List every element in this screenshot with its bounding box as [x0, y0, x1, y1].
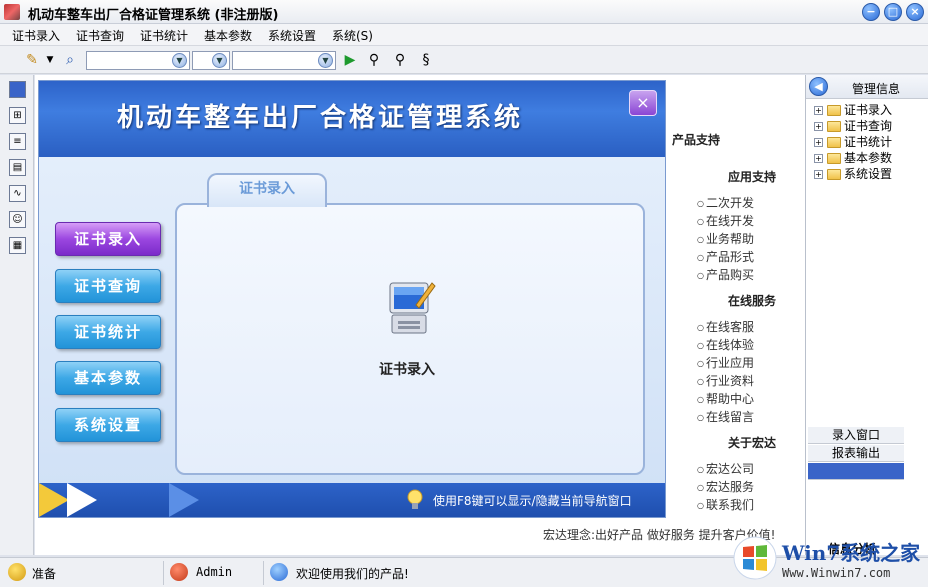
watermark: Win7系统之家 Www.Winwin7.com	[728, 533, 928, 587]
left-icon-strip: ⊞ ≡ ▤ ∿ ☺ ▦	[0, 75, 34, 555]
link-company[interactable]: 宏达公司	[697, 460, 754, 477]
navigation-dialog: 机动车整车出厂合格证管理系统 × 证书录入 证书查询 证书统计 基本参数 系统设…	[38, 80, 666, 518]
refresh-icon[interactable]: §	[418, 52, 434, 68]
tree-item-cert-query[interactable]: + 证书查询	[814, 117, 892, 133]
back-icon[interactable]: ◀	[809, 77, 828, 96]
management-panel-header: ◀ 管理信息	[806, 75, 928, 99]
content-panel	[175, 203, 645, 475]
list-icon[interactable]: ≡	[9, 133, 26, 150]
document-icon[interactable]: ▤	[9, 159, 26, 176]
title-bar: 机动车整车出厂合格证管理系统 (非注册版) − □ ×	[0, 0, 928, 24]
management-panel: ◀ 管理信息 + 证书录入 + 证书查询 + 证书统计 + 基本参数 + 系统设置 录入窗…	[805, 75, 928, 556]
menu-base-params[interactable]: 基本参数	[204, 27, 252, 44]
find-icon[interactable]: ⚲	[366, 52, 382, 68]
link-product-purchase[interactable]: 产品购买	[697, 266, 754, 283]
footer-arrow-yellow	[39, 483, 69, 517]
filter-select-3[interactable]: ▼	[232, 51, 336, 70]
menu-system[interactable]: 系统(S)	[332, 27, 373, 44]
tree-item-system-settings[interactable]: + 系统设置	[814, 165, 892, 181]
dropdown-arrow-icon[interactable]: ▼	[42, 52, 58, 68]
status-cell-ready	[0, 561, 164, 585]
center-label: 证书录入	[379, 362, 435, 378]
filter-select-2[interactable]: ▼	[192, 51, 230, 70]
nav-button-cert-stats[interactable]: 证书统计	[55, 315, 161, 349]
link-secondary-dev[interactable]: 二次开发	[697, 194, 754, 211]
link-online-dev[interactable]: 在线开发	[697, 212, 754, 229]
watermark-url: Www.Winwin7.com	[782, 566, 891, 580]
sub-item-selected[interactable]	[808, 463, 904, 480]
maximize-button[interactable]: □	[884, 3, 902, 21]
footer-hint: 使用F8键可以显示/隐藏当前导航窗口	[433, 494, 632, 508]
link-online-support[interactable]: 在线客服	[697, 318, 754, 335]
status-welcome: 欢迎使用我们的产品!	[296, 567, 409, 581]
filter-select-1[interactable]: ▼	[86, 51, 190, 70]
chart-icon[interactable]: ∿	[9, 185, 26, 202]
link-product-form[interactable]: 产品形式	[697, 248, 754, 265]
status-cell-user	[164, 561, 264, 585]
tree-item-cert-stats[interactable]: + 证书统计	[814, 133, 892, 149]
tree-icon[interactable]: ⊞	[9, 107, 26, 124]
link-help-center[interactable]: 帮助中心	[697, 390, 754, 407]
link-industry-app[interactable]: 行业应用	[697, 354, 754, 371]
pencil-icon[interactable]: ✎	[24, 52, 40, 68]
footer-arrow-white	[67, 483, 97, 517]
search-icon[interactable]: ⌕	[62, 52, 78, 68]
window-title: 机动车整车出厂合格证管理系统 (非注册版)	[28, 8, 279, 23]
menu-cert-stats[interactable]: 证书统计	[140, 27, 188, 44]
close-window-button[interactable]: ×	[906, 3, 924, 21]
nav-button-cert-query[interactable]: 证书查询	[55, 269, 161, 303]
section-heading-online-service: 在线服务	[728, 294, 777, 308]
dialog-title: 机动车整车出厂合格证管理系统	[117, 103, 524, 133]
folder-icon	[827, 121, 841, 132]
play-icon[interactable]: ▶	[342, 52, 358, 68]
dialog-close-button[interactable]: ×	[629, 90, 657, 116]
toolbar: ✎ ▼ ⌕ ▼ ▼ ▼ ▶ ⚲ ⚲ §	[0, 46, 928, 74]
users-icon	[270, 563, 288, 581]
footer-arrow-blue	[169, 483, 199, 517]
window-icon[interactable]	[9, 81, 26, 98]
link-business-help[interactable]: 业务帮助	[697, 230, 754, 247]
tree-item-base-params[interactable]: + 基本参数	[814, 149, 892, 165]
link-service[interactable]: 宏达服务	[697, 478, 754, 495]
management-panel-title: 管理信息	[852, 82, 901, 96]
dialog-header: 机动车整车出厂合格证管理系统 ×	[39, 81, 665, 157]
menu-system-settings[interactable]: 系统设置	[268, 27, 316, 44]
link-online-trial[interactable]: 在线体验	[697, 336, 754, 353]
sub-item-report-output[interactable]: 报表输出	[808, 445, 904, 462]
nav-button-cert-entry[interactable]: 证书录入	[55, 222, 161, 256]
menu-cert-query[interactable]: 证书查询	[76, 27, 124, 44]
folder-icon	[827, 137, 841, 148]
users-icon[interactable]: ☺	[9, 211, 26, 228]
report-icon[interactable]: ▦	[9, 237, 26, 254]
zoom-icon[interactable]: ⚲	[392, 52, 408, 68]
minimize-button[interactable]: −	[862, 3, 880, 21]
menu-bar: 证书录入 证书查询 证书统计 基本参数 系统设置 系统(S)	[0, 24, 928, 46]
tab-cert-entry[interactable]: 证书录入	[207, 173, 327, 207]
watermark-text: Win7系统之家	[782, 541, 921, 565]
partial-heading: 产品支持	[672, 133, 721, 147]
link-leave-message[interactable]: 在线留言	[697, 408, 754, 425]
section-heading-app-support: 应用支持	[728, 170, 777, 184]
nav-button-system-settings[interactable]: 系统设置	[55, 408, 161, 442]
link-contact[interactable]: 联系我们	[697, 496, 754, 513]
computer-pencil-icon[interactable]	[386, 279, 436, 337]
nav-button-base-params[interactable]: 基本参数	[55, 361, 161, 395]
folder-icon	[827, 105, 841, 116]
folder-icon	[827, 153, 841, 164]
folder-icon	[827, 169, 841, 180]
app-icon	[4, 4, 20, 20]
sub-item-entry-window[interactable]: 录入窗口	[808, 427, 904, 444]
lightbulb-icon	[407, 489, 423, 509]
link-industry-docs[interactable]: 行业资料	[697, 372, 754, 389]
tree-item-cert-entry[interactable]: + 证书录入	[814, 101, 892, 117]
menu-cert-entry[interactable]: 证书录入	[12, 27, 60, 44]
windows-logo-icon	[733, 536, 777, 580]
section-heading-about: 关于宏达	[728, 436, 777, 450]
dialog-footer: 使用F8键可以显示/隐藏当前导航窗口	[39, 483, 665, 517]
